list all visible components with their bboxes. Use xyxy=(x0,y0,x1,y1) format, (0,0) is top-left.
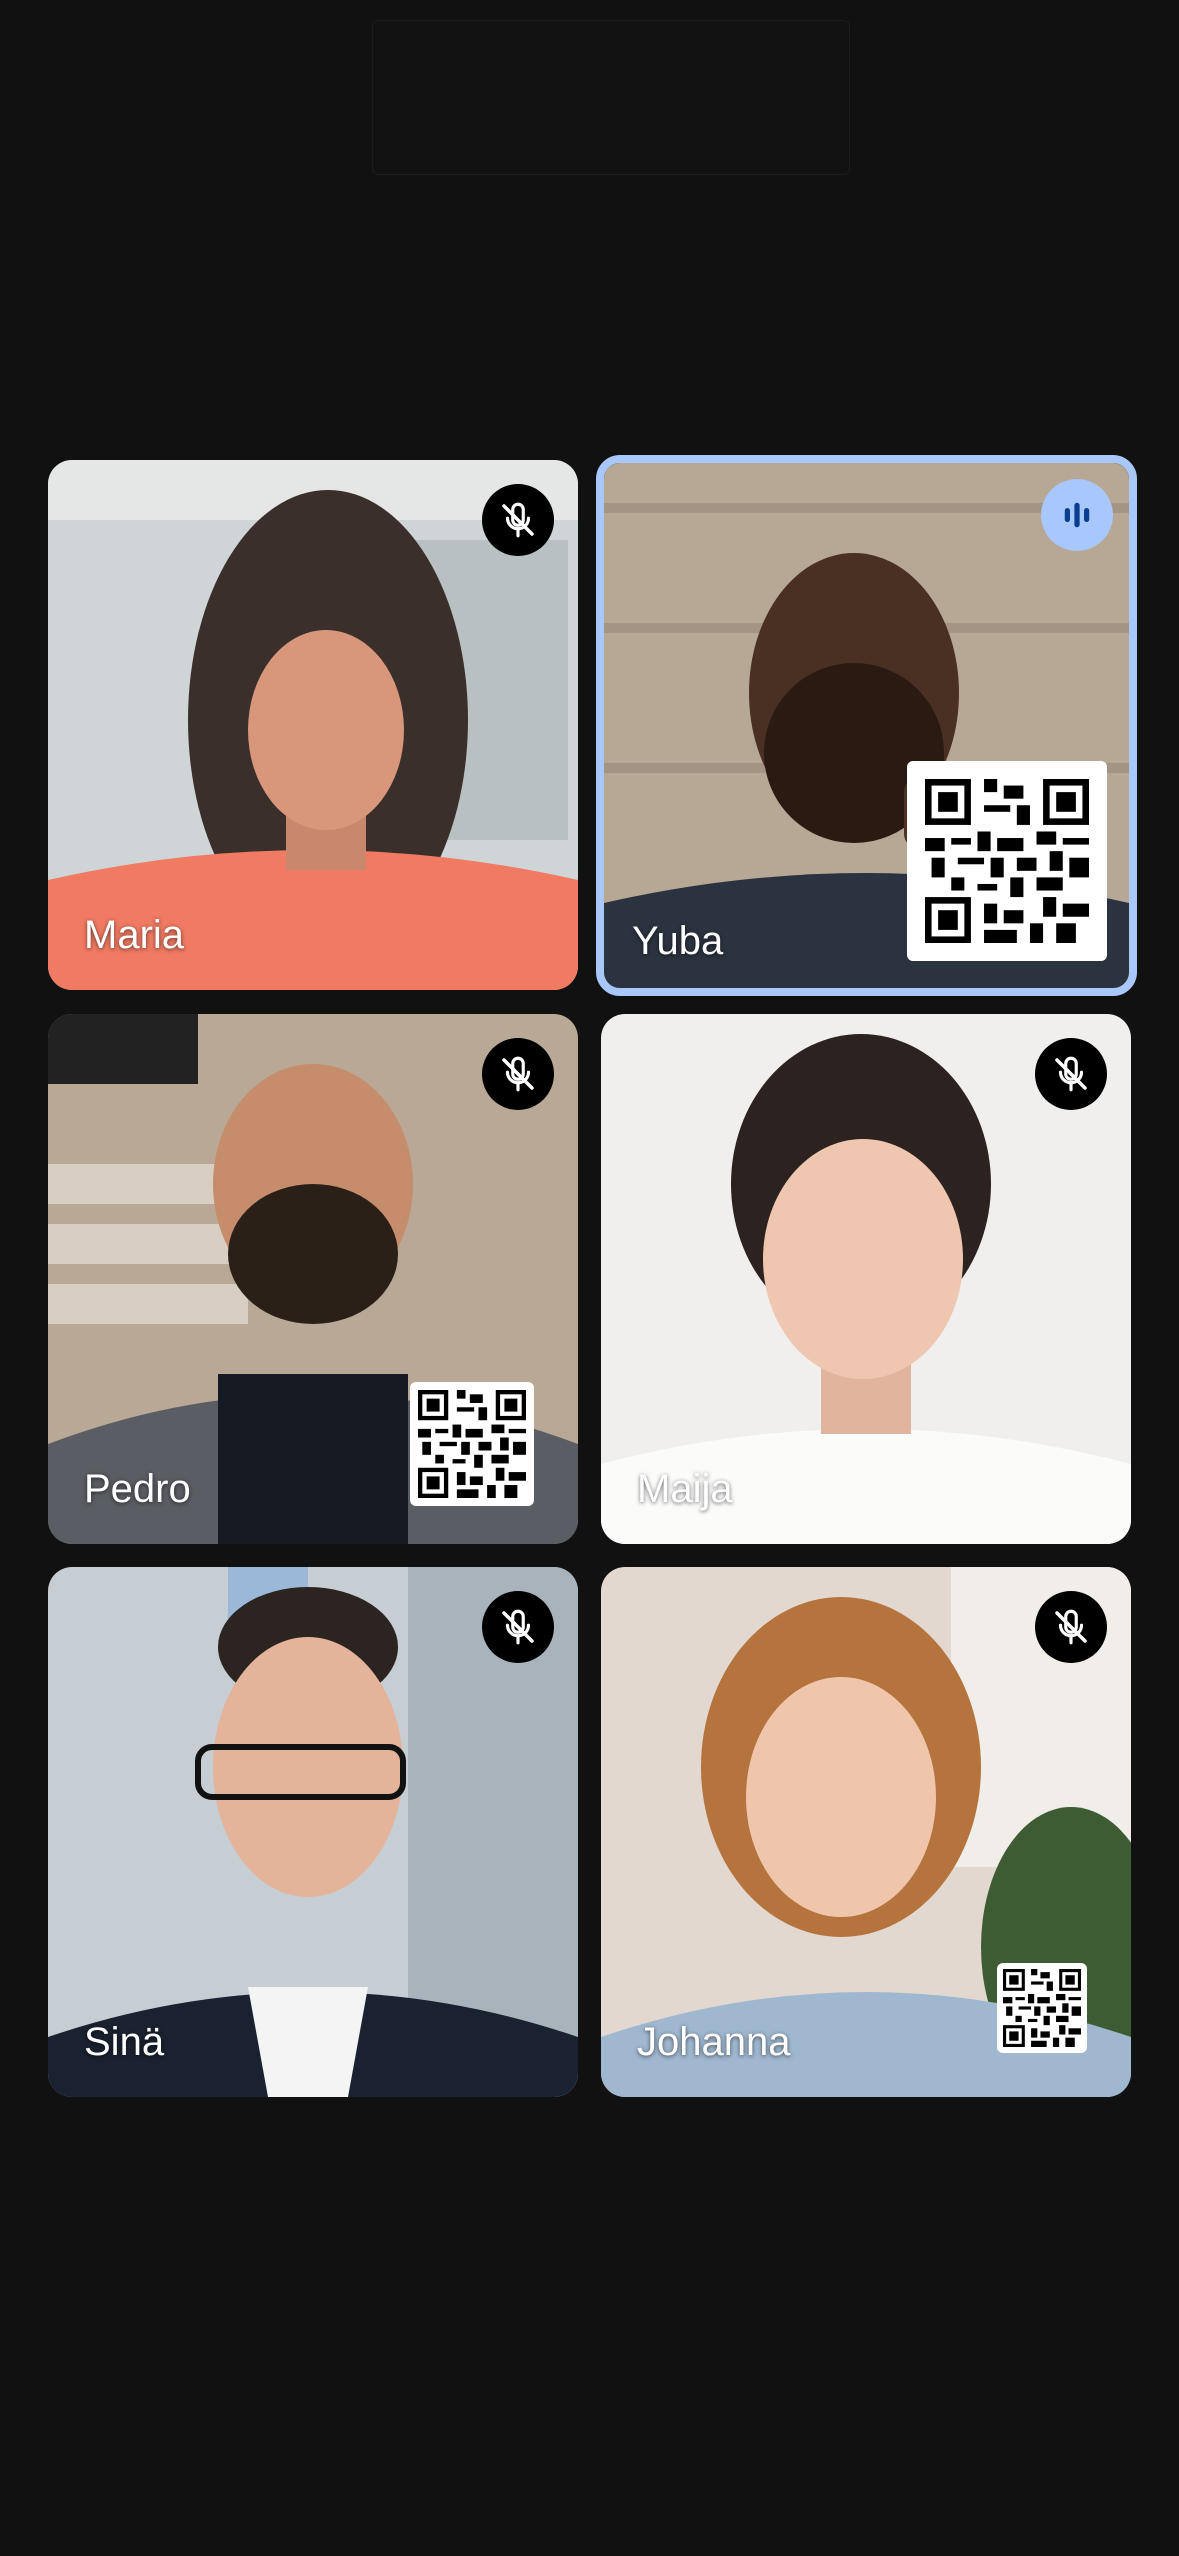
qr-code xyxy=(410,1382,534,1506)
mic-off-icon xyxy=(1035,1591,1107,1663)
participant-tile-johanna[interactable]: Johanna xyxy=(601,1567,1131,2097)
participant-name: Maria xyxy=(84,913,185,957)
participant-name: Sinä xyxy=(84,2020,165,2064)
mic-off-icon xyxy=(482,1038,554,1110)
participant-tile-sina[interactable]: Sinä xyxy=(48,1567,578,2097)
participant-name: Yuba xyxy=(632,919,724,963)
participant-tile-maria[interactable]: Maria xyxy=(48,460,578,990)
participant-name: Pedro xyxy=(84,1467,191,1511)
audio-level-icon xyxy=(1041,479,1113,551)
participant-name: Maija xyxy=(637,1467,733,1511)
mic-off-icon xyxy=(1035,1038,1107,1110)
participant-tile-maija[interactable]: Maija xyxy=(601,1014,1131,1544)
qr-code xyxy=(907,761,1107,961)
participant-name: Johanna xyxy=(637,2020,791,2064)
qr-code xyxy=(997,1963,1087,2053)
top-panel xyxy=(372,20,850,175)
mic-off-icon xyxy=(482,484,554,556)
participant-tile-yuba[interactable]: Yuba xyxy=(596,455,1137,996)
mic-off-icon xyxy=(482,1591,554,1663)
participant-tile-pedro[interactable]: Pedro xyxy=(48,1014,578,1544)
